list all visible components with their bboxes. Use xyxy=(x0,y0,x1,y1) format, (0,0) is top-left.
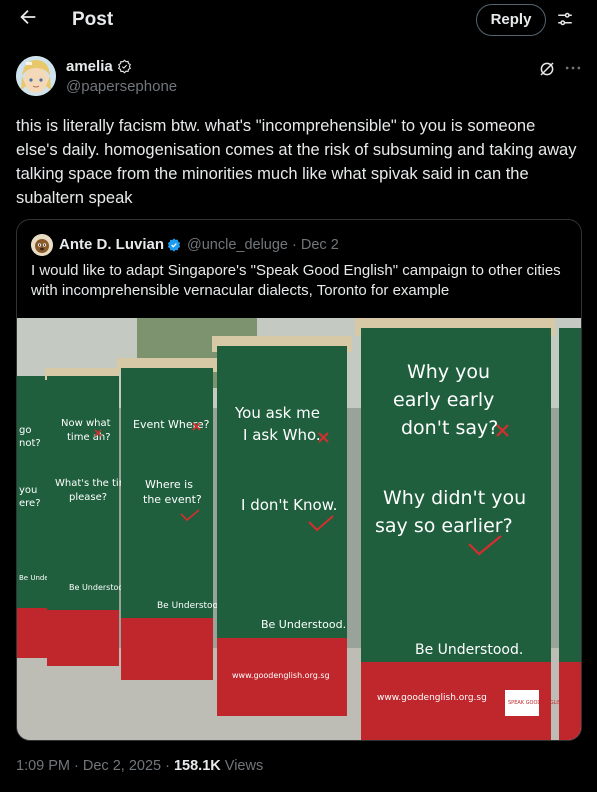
views-count: 158.1K xyxy=(173,758,221,774)
quoted-date[interactable]: Dec 2 xyxy=(301,237,339,253)
banner3-line2: Where is xyxy=(145,478,193,491)
post-text: this is literally facism btw. what's "in… xyxy=(16,117,577,207)
banner5-line2: not? xyxy=(19,438,41,449)
banner-3: Event Where? Where is the event? Be Unde… xyxy=(117,358,227,680)
post-time[interactable]: 1:09 PM xyxy=(16,758,70,774)
separator-dot: · xyxy=(292,237,301,253)
arrow-left-icon[interactable] xyxy=(14,6,42,34)
top-bar: Post Reply xyxy=(0,0,597,40)
banner2-url: www.goodenglish.org.sg xyxy=(377,693,487,703)
banner2-line2: early early xyxy=(393,389,494,411)
banner3-line3: the event? xyxy=(143,493,202,506)
grok-icon[interactable] xyxy=(538,60,556,78)
verified-badge-icon xyxy=(117,59,132,74)
banner4-line2: time ah? xyxy=(67,432,111,443)
sliders-icon[interactable] xyxy=(556,10,574,28)
banner4-line1: Now what xyxy=(61,418,111,429)
page-title: Post xyxy=(72,9,114,30)
quoted-photo[interactable]: go not? you ere? Be Understood. Now what… xyxy=(17,318,581,740)
banner5-line4: ere? xyxy=(19,498,41,509)
post-author: amelia @papersephone xyxy=(16,56,581,100)
banner2-logo: SPEAK GOOD ENGLISH xyxy=(508,700,565,706)
views-label: Views xyxy=(224,758,264,774)
author-handle[interactable]: @papersephone xyxy=(66,78,177,95)
banner4-line4: please? xyxy=(69,492,107,503)
banner5-line1: go xyxy=(19,425,31,436)
banner-6 xyxy=(559,328,581,740)
separator-dot: · xyxy=(74,758,83,774)
avatar[interactable] xyxy=(16,56,56,96)
author-name[interactable]: amelia xyxy=(66,58,113,75)
banner-1: You ask me I ask Who. I don't Know. Be U… xyxy=(212,336,352,716)
banner2-line3: don't say? xyxy=(401,417,498,439)
banner2-line5: say so earlier? xyxy=(375,515,513,537)
banner3-tagline: Be Understood. xyxy=(157,601,227,611)
quoted-avatar[interactable] xyxy=(31,234,53,256)
banner-2: Why you early early don't say? Why didn'… xyxy=(355,318,565,740)
reply-button[interactable]: Reply xyxy=(476,4,546,36)
separator-dot: · xyxy=(165,758,174,774)
banner5-line3: you xyxy=(19,485,37,496)
banner1-line1: You ask me xyxy=(234,404,320,422)
more-options-icon[interactable] xyxy=(563,58,583,78)
post-meta: 1:09 PM · Dec 2, 2025 · 158.1K Views xyxy=(16,758,263,774)
banner2-tagline: Be Understood. xyxy=(415,642,523,658)
quoted-author-handle: @uncle_deluge · Dec 2 xyxy=(187,237,339,253)
banner1-tagline: Be Understood. xyxy=(261,618,346,631)
banner2-line1: Why you xyxy=(407,361,490,383)
quoted-author-name[interactable]: Ante D. Luvian xyxy=(59,236,164,253)
banner1-line3: I don't Know. xyxy=(241,496,337,514)
banner1-line2: I ask Who. xyxy=(243,426,321,444)
banner2-line4: Why didn't you xyxy=(383,487,526,509)
quoted-handle[interactable]: @uncle_deluge xyxy=(187,237,288,253)
quoted-text: I would like to adapt Singapore's "Speak… xyxy=(31,262,561,299)
quoted-post[interactable]: Ante D. Luvian @uncle_deluge · Dec 2 I w… xyxy=(16,219,582,741)
post-date[interactable]: Dec 2, 2025 xyxy=(83,758,161,774)
banner1-url: www.goodenglish.org.sg xyxy=(232,671,330,680)
verified-badge-icon xyxy=(166,237,182,253)
